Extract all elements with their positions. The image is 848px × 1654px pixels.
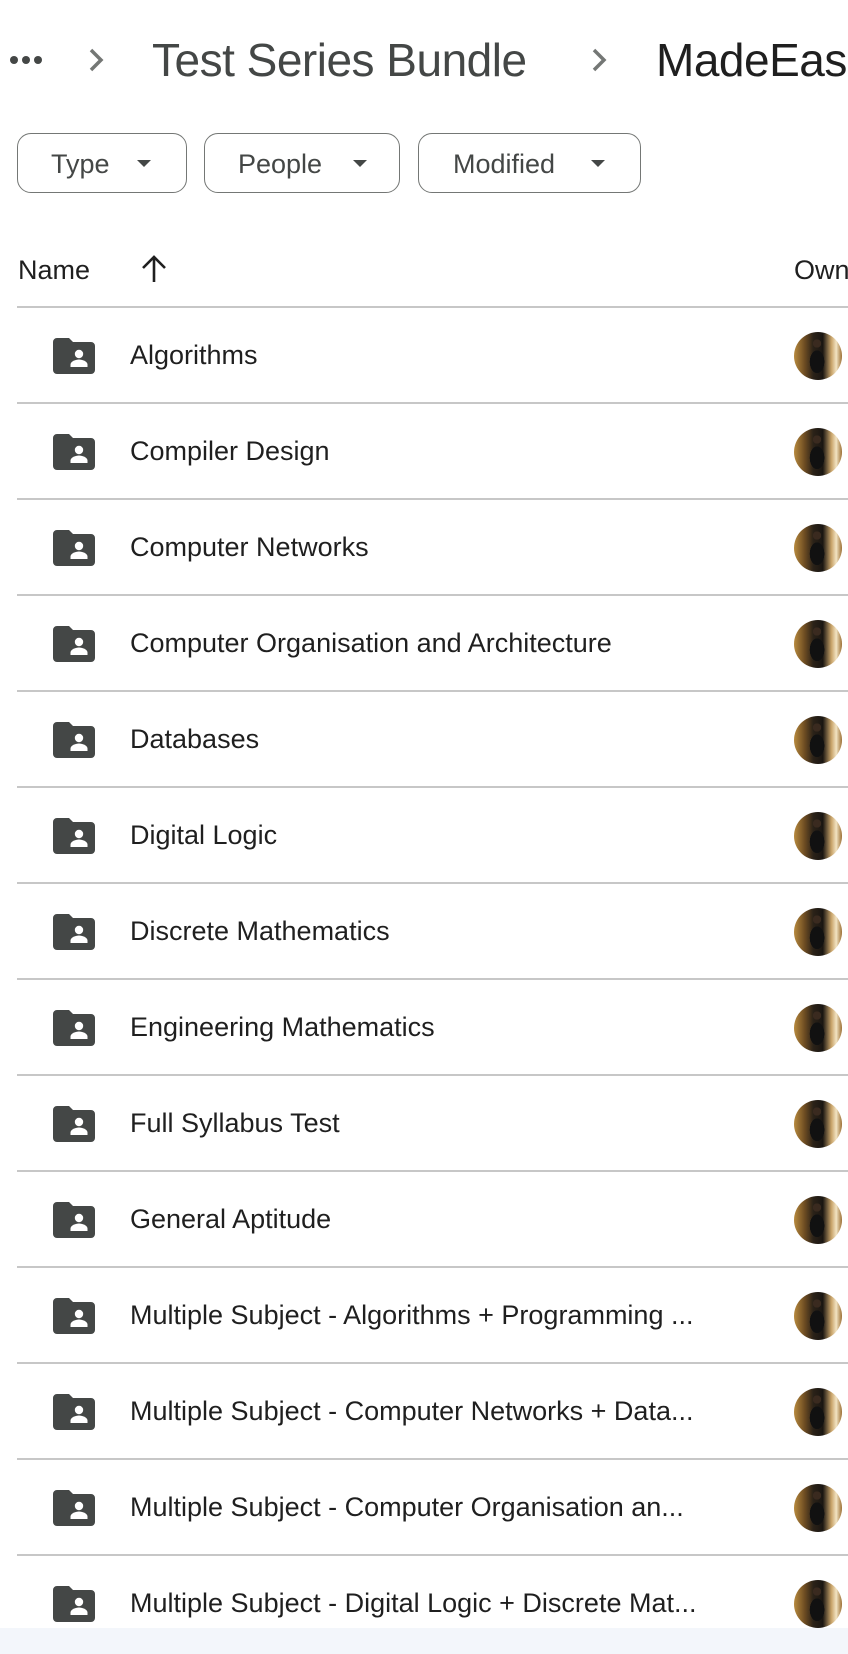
folder-name: Multiple Subject - Computer Organisation… bbox=[130, 1492, 684, 1522]
shared-folder-icon bbox=[53, 1202, 95, 1238]
folder-row[interactable]: Computer Organisation and Architecture bbox=[17, 594, 848, 690]
bottom-bar bbox=[0, 1628, 848, 1654]
people-filter-chip[interactable]: People bbox=[204, 133, 400, 193]
folder-name: Compiler Design bbox=[130, 436, 330, 466]
folder-row[interactable]: Algorithms bbox=[17, 306, 848, 402]
owner-avatar[interactable] bbox=[794, 716, 842, 764]
arrow-drop-down-icon bbox=[137, 160, 151, 167]
column-header: Name Own bbox=[0, 238, 848, 306]
modified-filter-label: Modified bbox=[453, 149, 556, 179]
owner-avatar[interactable] bbox=[794, 1580, 842, 1628]
folder-row[interactable]: Compiler Design bbox=[17, 402, 848, 498]
owner-column-header[interactable]: Own bbox=[794, 250, 848, 290]
chevron-right-icon bbox=[592, 48, 607, 72]
breadcrumb: Test Series Bundle MadeEas bbox=[0, 20, 848, 100]
folder-row[interactable]: Digital Logic bbox=[17, 786, 848, 882]
owner-avatar[interactable] bbox=[794, 620, 842, 668]
shared-folder-icon bbox=[53, 1298, 95, 1334]
folder-name: Multiple Subject - Computer Networks + D… bbox=[130, 1396, 694, 1426]
shared-folder-icon bbox=[53, 1394, 95, 1430]
folder-row[interactable]: Multiple Subject - Algorithms + Programm… bbox=[17, 1266, 848, 1362]
people-filter-label: People bbox=[238, 149, 323, 179]
arrow-upward-icon[interactable] bbox=[140, 254, 168, 284]
owner-avatar[interactable] bbox=[794, 812, 842, 860]
folder-row[interactable]: Engineering Mathematics bbox=[17, 978, 848, 1074]
type-filter-label: Type bbox=[51, 149, 110, 179]
shared-folder-icon bbox=[53, 1586, 95, 1622]
file-list: Algorithms Compiler Design Computer Netw… bbox=[17, 306, 848, 1650]
folder-name: Digital Logic bbox=[130, 820, 278, 850]
owner-avatar[interactable] bbox=[794, 332, 842, 380]
chevron-right-icon bbox=[89, 48, 104, 72]
folder-name: Multiple Subject - Algorithms + Programm… bbox=[130, 1300, 694, 1330]
shared-folder-icon bbox=[53, 626, 95, 662]
shared-folder-icon bbox=[53, 338, 95, 374]
owner-avatar[interactable] bbox=[794, 908, 842, 956]
folder-row[interactable]: General Aptitude bbox=[17, 1170, 848, 1266]
arrow-drop-down-icon bbox=[353, 160, 367, 167]
modified-filter-chip[interactable]: Modified bbox=[418, 133, 641, 193]
folder-name: Multiple Subject - Digital Logic + Discr… bbox=[130, 1588, 697, 1618]
folder-name: Databases bbox=[130, 724, 260, 754]
shared-folder-icon bbox=[53, 1106, 95, 1142]
folder-row[interactable]: Databases bbox=[17, 690, 848, 786]
folder-name: General Aptitude bbox=[130, 1204, 332, 1234]
folder-row[interactable]: Full Syllabus Test bbox=[17, 1074, 848, 1170]
shared-folder-icon bbox=[53, 530, 95, 566]
folder-row[interactable]: Discrete Mathematics bbox=[17, 882, 848, 978]
shared-folder-icon bbox=[53, 914, 95, 950]
folder-name: Computer Networks bbox=[130, 532, 369, 562]
breadcrumb-parent[interactable]: Test Series Bundle bbox=[152, 30, 527, 90]
owner-avatar[interactable] bbox=[794, 1196, 842, 1244]
type-filter-chip[interactable]: Type bbox=[17, 133, 187, 193]
folder-name: Engineering Mathematics bbox=[130, 1012, 435, 1042]
shared-folder-icon bbox=[53, 818, 95, 854]
shared-folder-icon bbox=[53, 722, 95, 758]
folder-name: Discrete Mathematics bbox=[130, 916, 390, 946]
owner-avatar[interactable] bbox=[794, 1388, 842, 1436]
name-column-header[interactable]: Name bbox=[18, 250, 90, 290]
folder-row[interactable]: Multiple Subject - Computer Networks + D… bbox=[17, 1362, 848, 1458]
owner-avatar[interactable] bbox=[794, 1484, 842, 1532]
folder-row[interactable]: Multiple Subject - Computer Organisation… bbox=[17, 1458, 848, 1554]
arrow-drop-down-icon bbox=[591, 160, 605, 167]
breadcrumb-current[interactable]: MadeEas bbox=[656, 30, 847, 90]
shared-folder-icon bbox=[53, 1490, 95, 1526]
folder-row[interactable]: Computer Networks bbox=[17, 498, 848, 594]
owner-avatar[interactable] bbox=[794, 1292, 842, 1340]
folder-name: Full Syllabus Test bbox=[130, 1108, 340, 1138]
shared-folder-icon bbox=[53, 434, 95, 470]
folder-name: Computer Organisation and Architecture bbox=[130, 628, 612, 658]
owner-avatar[interactable] bbox=[794, 1004, 842, 1052]
owner-avatar[interactable] bbox=[794, 428, 842, 476]
folder-name: Algorithms bbox=[130, 340, 258, 370]
owner-avatar[interactable] bbox=[794, 1100, 842, 1148]
owner-avatar[interactable] bbox=[794, 524, 842, 572]
shared-folder-icon bbox=[53, 1010, 95, 1046]
more-horiz-icon[interactable] bbox=[10, 50, 48, 70]
